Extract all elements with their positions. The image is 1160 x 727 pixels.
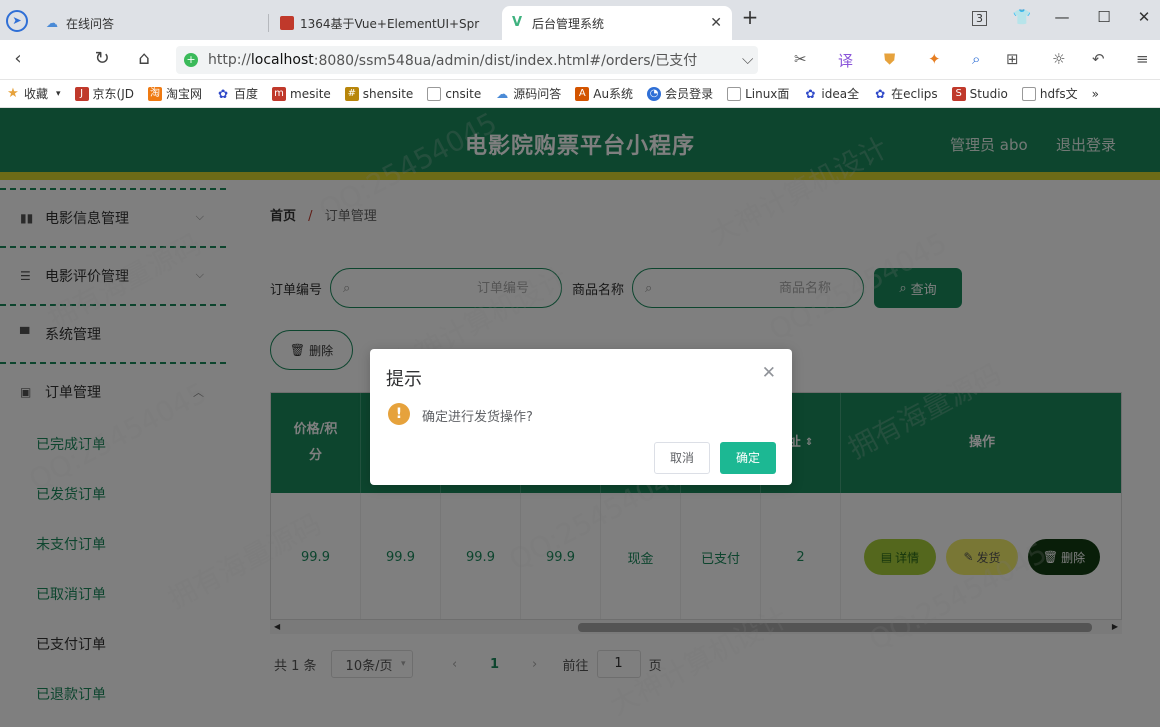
search-icon[interactable]: ⌕ (972, 50, 980, 68)
browser-tabbar: ➤ ☁ 在线问答 1364基于Vue+ElementUI+Spr V 后台管理系… (0, 0, 1160, 40)
translate-icon[interactable]: 译 (838, 50, 853, 71)
warning-icon: ! (388, 403, 410, 425)
tab-count-badge[interactable]: 3 (972, 11, 987, 26)
studio-icon: S (951, 86, 966, 101)
shirt-icon[interactable]: 👕 (1010, 8, 1034, 26)
page-icon (1021, 86, 1036, 101)
close-window-icon[interactable]: ✕ (1132, 8, 1156, 26)
cancel-button[interactable]: 取消 (654, 442, 710, 474)
browser-tab-1[interactable]: ☁ 在线问答 (36, 6, 266, 40)
tab-separator (268, 14, 269, 32)
cloud-icon: ☁ (496, 86, 509, 101)
bookmark-item[interactable]: J 京东(JD (74, 85, 134, 102)
url-path: :8080/ssm548ua/admin/dist/index.html#/or… (313, 53, 698, 69)
bookmarks-bar: ★ 收藏 ▾ J 京东(JD 淘淘宝网 ✿ 百度 m mesite # shensite c… (0, 80, 1160, 108)
menu-icon[interactable]: ≡ (1136, 50, 1149, 68)
member-icon: ◔ (647, 86, 662, 101)
undo-icon[interactable]: ↶ (1092, 50, 1105, 68)
bookmark-item[interactable]: cnsite (427, 86, 481, 101)
bookmark-item[interactable]: hdfs文 (1021, 85, 1078, 102)
brightness-icon[interactable]: ☼ (1052, 50, 1065, 68)
url-field[interactable]: + http:// localhost :8080/ssm548ua/admin… (176, 46, 758, 74)
tab-favicon-icon: ☁ (46, 16, 58, 30)
browser-tab-3[interactable]: V 后台管理系统 ✕ (502, 6, 732, 40)
shield-icon[interactable]: ⛊ (884, 50, 895, 68)
au-icon: A (575, 86, 590, 101)
tab-title: 后台管理系统 (532, 16, 605, 31)
address-toolbar: ‹ ↻ ⌂ + http:// localhost :8080/ssm548ua… (0, 40, 1160, 80)
bookmark-item[interactable]: ★ 收藏 ▾ (6, 85, 60, 102)
dialog-message: 确定进行发货操作? (422, 410, 533, 425)
bookmark-item[interactable]: A Au系统 (575, 85, 633, 102)
dropdown-icon[interactable]: ⌵ (742, 50, 753, 68)
maximize-icon[interactable]: ☐ (1092, 8, 1116, 26)
tab-title: 1364基于Vue+ElementUI+Spr (300, 16, 480, 31)
bookmark-item[interactable]: ✿ 在eclips (873, 85, 938, 102)
star-icon: ★ (7, 85, 19, 101)
bookmark-item[interactable]: m mesite (272, 86, 331, 101)
bookmark-item[interactable]: # shensite (344, 86, 413, 101)
new-tab-icon[interactable]: + (738, 5, 762, 29)
page-icon (427, 86, 442, 101)
bookmark-item[interactable]: S Studio (951, 86, 1008, 101)
vue-logo-icon: V (512, 15, 523, 30)
bookmark-item[interactable]: ◔ 会员登录 (647, 85, 713, 102)
page-icon (727, 86, 742, 101)
bookmarks-more[interactable]: » (1092, 87, 1099, 101)
baidu-paw-icon: ✿ (875, 86, 886, 101)
browser-tab-2[interactable]: 1364基于Vue+ElementUI+Spr (270, 6, 502, 40)
baidu-paw-icon: ✿ (218, 86, 229, 101)
bookmark-item[interactable]: ✿ idea全 (803, 85, 859, 102)
bookmark-item[interactable]: ✿ 百度 (216, 85, 258, 102)
taobao-icon: 淘 (148, 86, 163, 101)
reload-icon[interactable]: ↻ (90, 48, 114, 69)
bookmark-item[interactable]: ☁ 源码问答 (495, 85, 561, 102)
game-icon[interactable]: ✦ (928, 50, 941, 68)
baidu-paw-icon: ✿ (805, 86, 816, 101)
scissors-icon[interactable]: ✂ (794, 50, 807, 68)
grid-icon[interactable]: ⊞ (1006, 50, 1019, 68)
minimize-icon[interactable]: — (1050, 8, 1074, 26)
bookmark-item[interactable]: Linux面 (727, 85, 789, 102)
jd-icon: J (74, 86, 89, 101)
browser-logo-icon[interactable]: ➤ (6, 10, 28, 32)
close-icon[interactable]: ✕ (762, 363, 776, 383)
confirm-button[interactable]: 确定 (720, 442, 776, 474)
close-tab-icon[interactable]: ✕ (710, 15, 722, 31)
mesite-icon: m (272, 86, 287, 101)
dialog-title: 提示 (386, 369, 422, 390)
tab-favicon-icon (280, 16, 294, 30)
bookmark-item[interactable]: 淘淘宝网 (148, 85, 202, 102)
url-host: localhost (250, 52, 314, 68)
shensite-icon: # (344, 86, 359, 101)
confirm-dialog: 提示 ✕ ! 确定进行发货操作? 取消 确定 (370, 349, 792, 485)
secure-shield-icon: + (184, 53, 198, 67)
url-prefix: http:// (208, 52, 251, 68)
home-icon[interactable]: ⌂ (132, 48, 156, 69)
tab-title: 在线问答 (66, 16, 115, 31)
back-icon[interactable]: ‹ (6, 48, 30, 69)
